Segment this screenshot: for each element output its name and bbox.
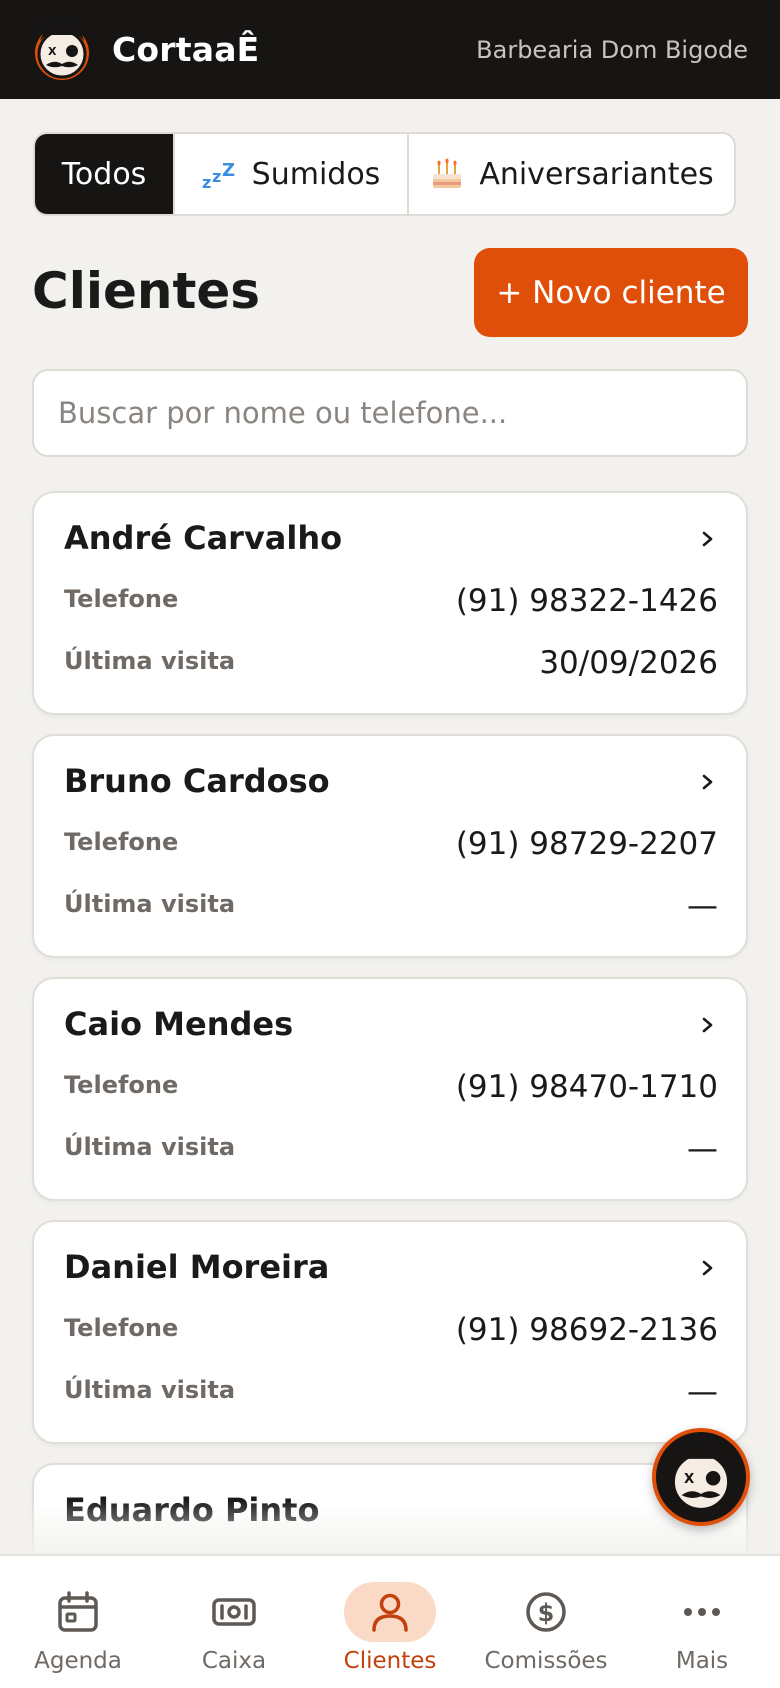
nav-clientes[interactable]: Clientes <box>312 1556 468 1688</box>
user-icon <box>372 1593 408 1632</box>
chevron-right-icon <box>702 1017 713 1033</box>
client-phone: (91) 98692-2136 <box>455 1312 718 1348</box>
client-card[interactable]: Caio Mendes Telefone (91) 98470-1710 Últ… <box>32 977 748 1201</box>
svg-text:z: z <box>202 173 211 192</box>
cash-icon <box>212 1598 256 1626</box>
dollar-circle-icon: $ <box>526 1592 566 1632</box>
nav-comissoes[interactable]: $ Comissões <box>468 1556 624 1688</box>
page-title: Clientes <box>32 262 261 320</box>
last-visit-label: Última visita <box>64 1376 236 1404</box>
svg-text:Z: Z <box>222 160 235 181</box>
client-name: André Carvalho <box>64 519 343 557</box>
more-dots-icon <box>684 1608 720 1616</box>
client-phone: (91) 98322-1426 <box>455 583 718 619</box>
tab-sumidos[interactable]: z z Z Sumidos <box>175 134 409 214</box>
shop-name: Barbearia Dom Bigode <box>476 35 748 64</box>
client-last-visit: 30/09/2026 <box>539 645 718 681</box>
chevron-right-icon <box>702 531 713 547</box>
chevron-right-icon <box>702 774 713 790</box>
bottom-navigation: Agenda Caixa Clientes $ Comissões Mais <box>0 1554 780 1688</box>
birthday-cake-icon <box>433 158 462 188</box>
chevron-right-icon <box>702 1260 713 1276</box>
client-card[interactable]: Daniel Moreira Telefone (91) 98692-2136 … <box>32 1220 748 1444</box>
client-filter-tabs: Todos z z Z Sumidos Aniversariantes <box>33 132 736 216</box>
tab-aniversariantes[interactable]: Aniversariantes <box>409 134 734 214</box>
client-name: Bruno Cardoso <box>64 762 330 800</box>
client-last-visit: — <box>687 1131 718 1167</box>
nav-comissoes-label: Comissões <box>484 1648 608 1674</box>
client-name: Daniel Moreira <box>64 1248 330 1286</box>
last-visit-label: Última visita <box>64 1133 236 1161</box>
new-client-button[interactable]: + Novo cliente <box>474 248 748 337</box>
phone-label: Telefone <box>64 1071 179 1099</box>
client-phone: (91) 98470-1710 <box>455 1069 718 1105</box>
client-name: Caio Mendes <box>64 1005 294 1043</box>
svg-text:z: z <box>212 167 221 186</box>
svg-text:X: X <box>48 45 57 58</box>
app-brand: CortaaÊ <box>112 30 260 69</box>
nav-clientes-label: Clientes <box>343 1648 437 1674</box>
client-phone: (91) 98729-2207 <box>455 826 718 862</box>
nav-mais[interactable]: Mais <box>624 1556 780 1688</box>
calendar-icon <box>58 1591 98 1632</box>
barber-mascot-logo-icon: X <box>35 18 89 80</box>
client-last-visit: — <box>687 1374 718 1410</box>
nav-agenda-label: Agenda <box>34 1648 122 1674</box>
nav-caixa[interactable]: Caixa <box>156 1556 312 1688</box>
nav-agenda[interactable]: Agenda <box>0 1556 156 1688</box>
nav-mais-label: Mais <box>675 1648 729 1674</box>
last-visit-label: Última visita <box>64 890 236 918</box>
app-header: X CortaaÊ Barbearia Dom Bigode <box>0 0 780 99</box>
client-last-visit: — <box>687 888 718 924</box>
tab-todos[interactable]: Todos <box>35 134 175 214</box>
zzz-icon: z z Z <box>202 160 235 192</box>
nav-caixa-label: Caixa <box>201 1648 267 1674</box>
tab-aniversariantes-label: Aniversariantes <box>479 156 714 192</box>
phone-label: Telefone <box>64 585 179 613</box>
assistant-fab-button[interactable]: X <box>652 1428 750 1526</box>
tab-sumidos-label: Sumidos <box>251 156 381 192</box>
client-card[interactable]: Bruno Cardoso Telefone (91) 98729-2207 Ú… <box>32 734 748 958</box>
last-visit-label: Última visita <box>64 647 236 675</box>
barber-mascot-icon: X <box>671 1439 731 1512</box>
search-input[interactable] <box>32 369 748 457</box>
svg-text:$: $ <box>538 1599 555 1627</box>
client-card[interactable]: André Carvalho Telefone (91) 98322-1426 … <box>32 491 748 715</box>
phone-label: Telefone <box>64 828 179 856</box>
phone-label: Telefone <box>64 1314 179 1342</box>
tab-todos-label: Todos <box>61 156 147 192</box>
svg-text:X: X <box>684 1472 695 1487</box>
